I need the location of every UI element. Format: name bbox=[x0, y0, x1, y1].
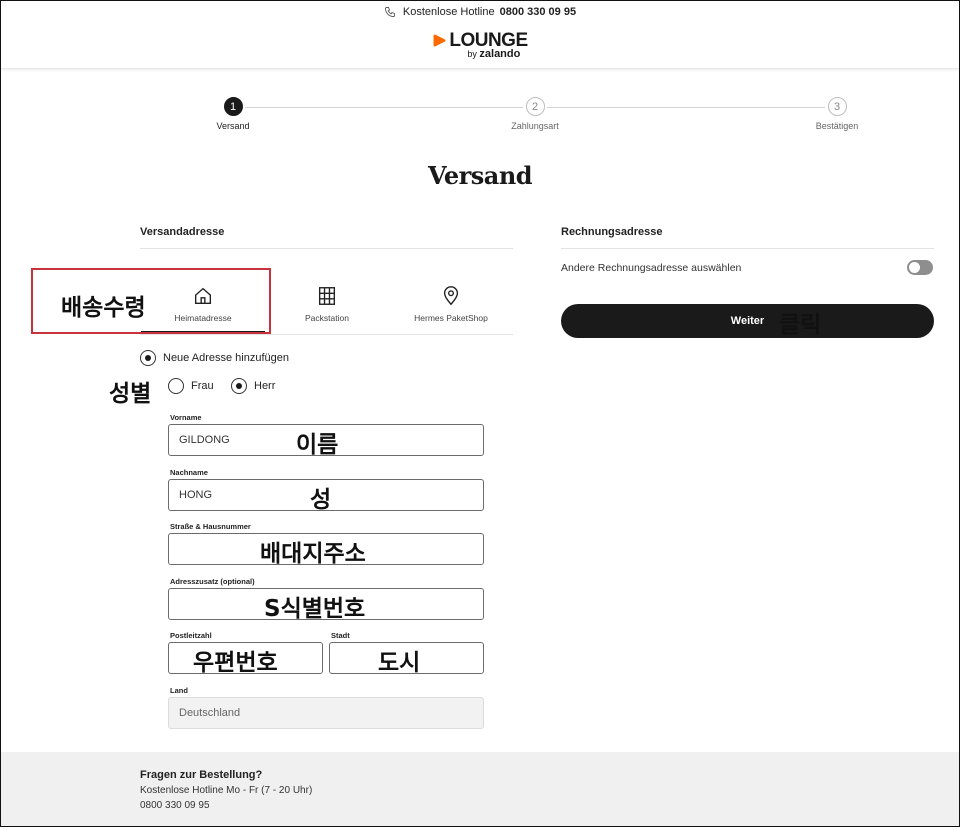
annotation-id-number: S식별번호 bbox=[264, 596, 366, 622]
country-label: Land bbox=[170, 686, 188, 695]
step-number: 3 bbox=[827, 97, 847, 116]
billing-section-title: Rechnungsadresse bbox=[561, 226, 663, 238]
site-header: LOUNGE by zalando bbox=[1, 23, 959, 69]
postal-code-label: Postleitzahl bbox=[170, 631, 212, 640]
tab-packstation[interactable]: Packstation bbox=[265, 285, 389, 323]
step-bestaetigen[interactable]: 3 Bestätigen bbox=[797, 97, 877, 131]
divider bbox=[140, 334, 513, 335]
hotline-number[interactable]: 0800 330 09 95 bbox=[500, 6, 576, 18]
shipping-section-title: Versandadresse bbox=[140, 226, 225, 238]
tab-label: Packstation bbox=[305, 313, 349, 323]
stepper-line bbox=[245, 107, 523, 108]
play-logo-icon bbox=[433, 34, 446, 47]
stepper-line bbox=[547, 107, 825, 108]
tab-label: Hermes PaketShop bbox=[414, 313, 488, 323]
salutation-label: Frau bbox=[191, 380, 214, 392]
annotation-click: 클릭 bbox=[779, 312, 822, 338]
step-label: Bestätigen bbox=[815, 121, 859, 131]
radio-frau[interactable] bbox=[168, 378, 184, 394]
last-name-label: Nachname bbox=[170, 468, 208, 477]
footer-hours: Kostenlose Hotline Mo - Fr (7 - 20 Uhr) bbox=[140, 785, 313, 796]
country-input: Deutschland bbox=[168, 697, 484, 729]
annotation-gender: 성별 bbox=[109, 381, 152, 407]
radio-herr[interactable] bbox=[231, 378, 247, 394]
page-title: Versand bbox=[427, 161, 533, 190]
divider bbox=[561, 248, 934, 249]
annotation-street: 배대지주소 bbox=[260, 541, 366, 567]
lounge-logo[interactable]: LOUNGE by zalando bbox=[432, 31, 528, 60]
radio-selected[interactable] bbox=[140, 350, 156, 366]
checkout-page: Kostenlose Hotline 0800 330 09 95 LOUNGE… bbox=[0, 0, 960, 827]
checkout-stepper: 1 Versand 2 Zahlungsart 3 Bestätigen bbox=[1, 97, 959, 137]
salutation-herr[interactable]: Herr bbox=[231, 378, 275, 394]
phone-icon bbox=[384, 7, 395, 17]
hotline-label: Kostenlose Hotline bbox=[402, 6, 495, 18]
new-address-label: Neue Adresse hinzufügen bbox=[163, 352, 289, 364]
annotation-delivery: 배송수령 bbox=[61, 295, 146, 321]
step-versand[interactable]: 1 Versand bbox=[193, 97, 273, 131]
street-label: Straße & Hausnummer bbox=[170, 522, 251, 531]
continue-button-label: Weiter bbox=[730, 315, 765, 327]
logo-partner: zalando bbox=[479, 48, 521, 60]
logo-sub: by zalando bbox=[467, 49, 527, 60]
billing-toggle-label: Andere Rechnungsadresse auswählen bbox=[561, 262, 742, 274]
first-name-label: Vorname bbox=[170, 413, 202, 422]
annotation-first-name: 이름 bbox=[296, 432, 339, 458]
annotation-city: 도시 bbox=[378, 650, 421, 676]
step-number: 2 bbox=[525, 97, 545, 116]
footer-number[interactable]: 0800 330 09 95 bbox=[140, 800, 210, 811]
footer: Fragen zur Bestellung? Kostenlose Hotlin… bbox=[1, 752, 959, 826]
divider bbox=[140, 248, 513, 249]
step-zahlungsart[interactable]: 2 Zahlungsart bbox=[495, 97, 575, 131]
continue-button[interactable]: Weiter bbox=[561, 304, 934, 338]
annotation-postal-code: 우편번호 bbox=[193, 650, 278, 676]
city-label: Stadt bbox=[331, 631, 350, 640]
hotline-bar: Kostenlose Hotline 0800 330 09 95 bbox=[1, 1, 959, 23]
tab-hermes-paketshop[interactable]: Hermes PaketShop bbox=[389, 285, 513, 323]
logo-by: by bbox=[467, 49, 477, 59]
footer-title: Fragen zur Bestellung? bbox=[140, 769, 263, 781]
step-label: Zahlungsart bbox=[511, 121, 559, 131]
locker-icon bbox=[318, 287, 336, 305]
annotation-last-name: 성 bbox=[310, 487, 332, 513]
billing-address-toggle[interactable] bbox=[907, 260, 933, 275]
address-extra-label: Adresszusatz (optional) bbox=[170, 577, 255, 586]
salutation-label: Herr bbox=[254, 380, 276, 392]
step-number: 1 bbox=[223, 97, 243, 116]
location-pin-icon bbox=[443, 286, 459, 306]
salutation-frau[interactable]: Frau bbox=[168, 378, 214, 394]
step-label: Versand bbox=[216, 121, 250, 131]
new-address-radio[interactable]: Neue Adresse hinzufügen bbox=[140, 350, 289, 366]
